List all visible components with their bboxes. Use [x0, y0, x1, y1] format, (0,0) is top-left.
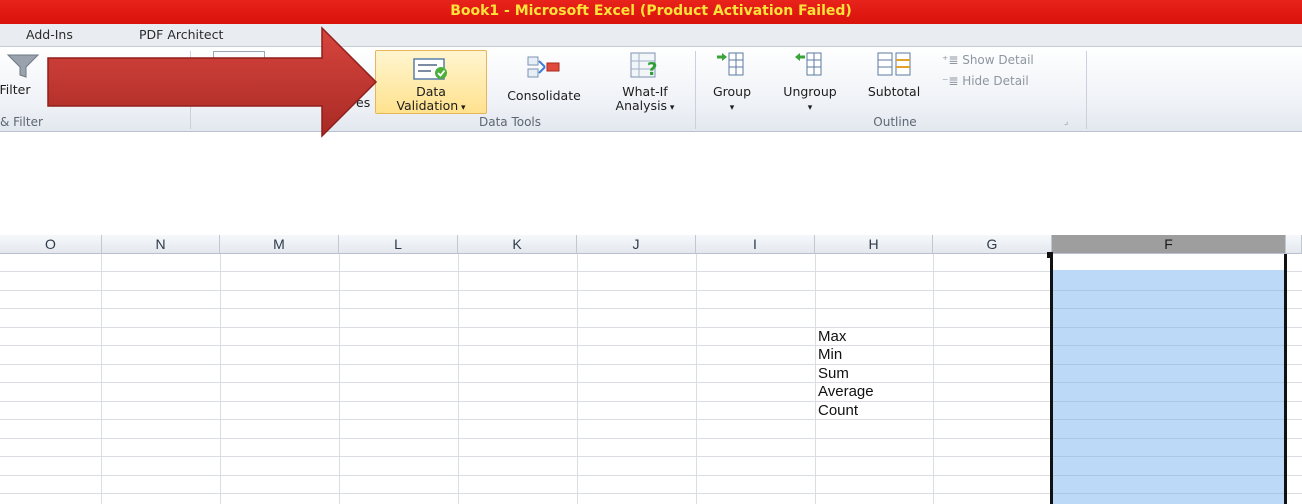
annotation-arrow [47, 26, 378, 138]
